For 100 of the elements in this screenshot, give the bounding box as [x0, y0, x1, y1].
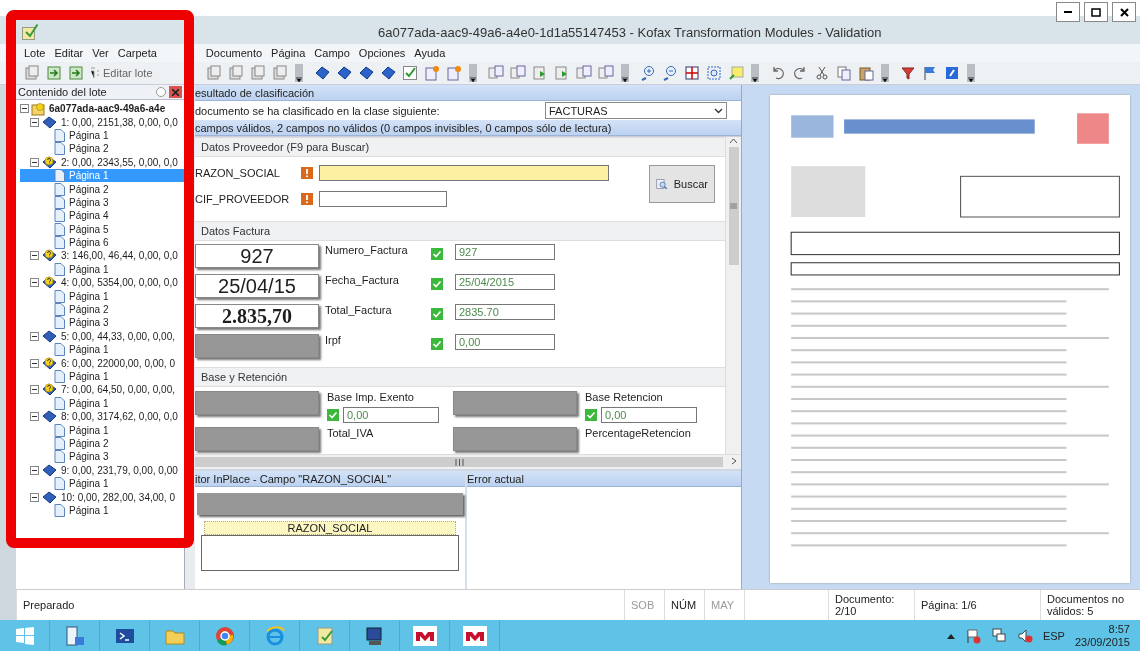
collapse-icon[interactable] [20, 104, 29, 114]
page-item[interactable]: Página 1 [67, 397, 111, 409]
page-item[interactable]: Página 6 [67, 237, 111, 249]
page-item[interactable]: Página 1 [67, 424, 111, 436]
cut-icon[interactable] [814, 65, 830, 81]
vertical-scrollbar[interactable] [725, 137, 741, 454]
document-item[interactable]: 6: 0,00, 22000,00, 0,00, 0 [59, 357, 177, 369]
start-icon[interactable] [14, 625, 35, 646]
collapse-icon[interactable] [30, 492, 39, 502]
horizontal-scrollbar[interactable] [195, 454, 741, 469]
page-item[interactable]: Página 4 [67, 210, 111, 222]
page-item[interactable]: Página 1 [67, 290, 111, 302]
input-field[interactable] [319, 191, 447, 207]
network-icon[interactable] [990, 627, 1007, 644]
input-field[interactable]: 0,00 [455, 334, 555, 350]
fit-icon[interactable] [684, 65, 700, 81]
clock[interactable]: 8:57 23/09/2015 [1074, 622, 1130, 649]
logo-icon[interactable] [412, 625, 437, 646]
document-item[interactable]: 4: 0,00, 5354,00, 0,00, 0,0 [59, 277, 180, 289]
check-icon[interactable] [402, 65, 418, 81]
page-item[interactable]: Página 2 [67, 143, 111, 155]
input-field[interactable]: 0,00 [343, 407, 439, 423]
collapse-icon[interactable] [30, 157, 39, 167]
scroll-thumb[interactable] [728, 147, 739, 265]
collapse-icon[interactable] [30, 358, 39, 368]
flag-icon[interactable] [922, 65, 938, 81]
page-item[interactable]: Página 1 [67, 478, 111, 490]
tray-expand-icon[interactable] [946, 632, 955, 639]
page-item[interactable]: Página 2 [67, 437, 111, 449]
input-field[interactable] [319, 165, 609, 181]
overflow-grip[interactable] [469, 64, 477, 82]
copy-icon[interactable] [836, 65, 852, 81]
class-dropdown[interactable]: FACTURAS [545, 102, 727, 119]
collapse-icon[interactable] [30, 117, 39, 127]
zoom-in-icon[interactable] [640, 65, 656, 81]
page-play-icon[interactable] [532, 65, 548, 81]
collapse-icon[interactable] [30, 331, 39, 341]
close-button[interactable] [1112, 2, 1136, 22]
collapse-icon[interactable] [30, 278, 39, 288]
pages-icon[interactable] [510, 65, 526, 81]
document-item[interactable]: 2: 0,00, 2343,55, 0,00, 0,0 [59, 156, 180, 168]
page-item[interactable]: Página 1 [67, 371, 111, 382]
collapse-icon[interactable] [30, 385, 39, 395]
page-item[interactable]: Página 3 [67, 451, 111, 463]
help-icon[interactable] [944, 65, 960, 81]
page-item[interactable]: Página 1 [67, 129, 111, 141]
page-play-icon[interactable] [554, 65, 570, 81]
volume-muted-icon[interactable] [1016, 627, 1033, 644]
input-field[interactable]: 2835.70 [455, 304, 555, 320]
document-item[interactable]: 9: 0,00, 231,79, 0,00, 0,00 [59, 464, 180, 476]
book-icon[interactable] [336, 65, 352, 81]
menu-item[interactable]: Editar [54, 47, 84, 59]
pin-icon[interactable] [155, 86, 167, 98]
panel-splitter[interactable] [185, 85, 195, 589]
overflow-grip[interactable] [967, 64, 975, 82]
page-forward-icon[interactable] [46, 65, 62, 81]
page-item[interactable]: Página 1 [67, 504, 111, 516]
page-item[interactable]: Página 3 [67, 317, 111, 329]
document-item[interactable]: 3: 146,00, 46,44, 0,00, 0,0 [59, 250, 180, 262]
editor-field[interactable] [201, 535, 459, 571]
menu-item[interactable]: Campo [314, 47, 350, 59]
input-field[interactable]: 0,00 [601, 407, 697, 423]
page-item[interactable]: Página 1 [67, 344, 111, 356]
collapse-icon[interactable] [30, 465, 39, 475]
zoom-out-icon[interactable] [662, 65, 678, 81]
section-header[interactable]: Datos Factura [195, 221, 725, 241]
batch-name[interactable]: 6a077ada-aac9-49a6-a4e [47, 103, 168, 115]
select-icon[interactable] [706, 65, 722, 81]
input-field[interactable]: 927 [455, 244, 555, 260]
scroll-thumb[interactable] [195, 457, 723, 467]
overflow-grip[interactable] [881, 64, 889, 82]
maximize-button[interactable] [1084, 2, 1108, 22]
menu-item[interactable]: Página [271, 47, 306, 59]
overflow-grip[interactable] [621, 64, 629, 82]
browser-icon[interactable] [213, 624, 236, 647]
menu-item[interactable]: Documento [205, 47, 263, 59]
document-item[interactable]: 7: 0,00, 64,50, 0,00, 0,00, [59, 384, 177, 396]
overflow-grip[interactable] [751, 64, 759, 82]
document-item[interactable]: 1: 0,00, 2151,38, 0,00, 0,0 [59, 116, 180, 128]
edit-batch-button[interactable]: Editar lote [88, 63, 155, 83]
input-field[interactable]: 25/04/2015 [455, 274, 555, 290]
menu-item[interactable]: Ayuda [414, 47, 446, 59]
collapse-icon[interactable] [30, 251, 39, 261]
book-icon[interactable] [380, 65, 396, 81]
menu-item[interactable]: Carpeta [117, 47, 157, 59]
note-icon[interactable] [728, 65, 744, 81]
redo-icon[interactable] [792, 65, 808, 81]
document-item[interactable]: 10: 0,00, 282,00, 34,00, 0 [59, 491, 177, 503]
menu-item[interactable]: Ver [92, 47, 109, 59]
menu-item[interactable]: Opciones [358, 47, 406, 59]
minimize-button[interactable] [1056, 2, 1080, 22]
paste-icon[interactable] [858, 65, 874, 81]
page-forward-icon[interactable] [68, 65, 84, 81]
page-item[interactable]: Página 5 [67, 223, 111, 235]
page-item[interactable]: Página 1 [67, 263, 111, 275]
overflow-grip[interactable] [295, 64, 303, 82]
document-item[interactable]: 8: 0,00, 3174,62, 0,00, 0,0 [59, 411, 180, 423]
page-item[interactable]: Página 2 [67, 304, 111, 316]
pages-icon[interactable] [488, 65, 504, 81]
undo-icon[interactable] [770, 65, 786, 81]
